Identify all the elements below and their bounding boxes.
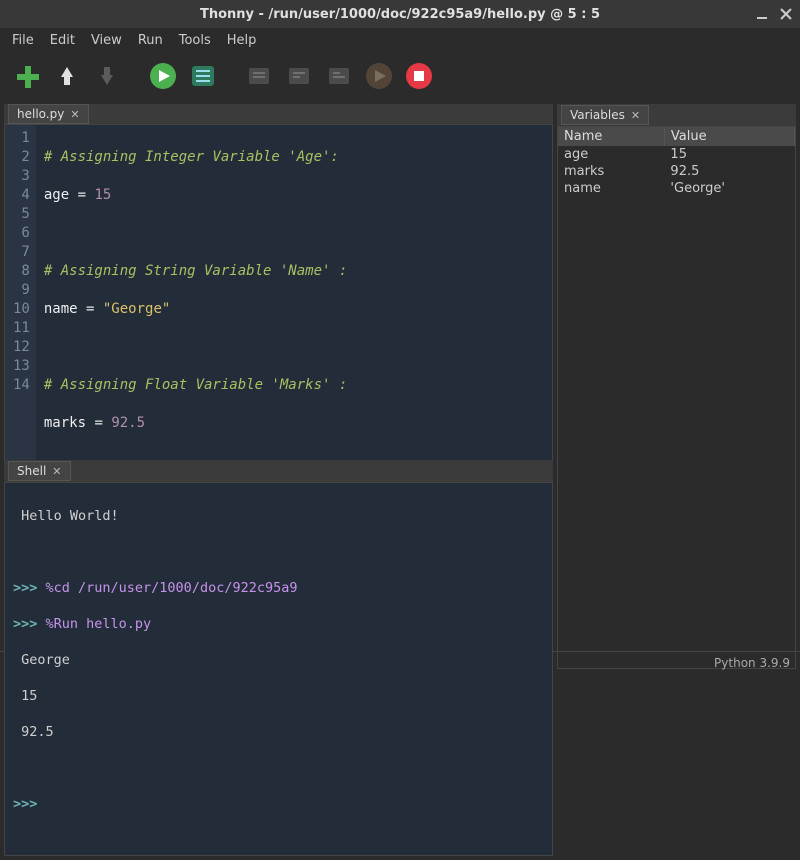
code-number: 92.5 xyxy=(111,415,145,431)
minimize-button[interactable] xyxy=(754,6,770,22)
variables-tabbar: Variables ✕ xyxy=(557,104,796,126)
resume-button[interactable] xyxy=(364,61,394,91)
window-buttons xyxy=(754,6,794,22)
col-header-name[interactable]: Name xyxy=(558,127,664,146)
editor-tab[interactable]: hello.py ✕ xyxy=(8,104,89,124)
shell-tabbar: Shell ✕ xyxy=(4,460,553,482)
line-number: 8 xyxy=(13,262,30,281)
new-file-button[interactable] xyxy=(12,61,42,91)
workspace: hello.py ✕ 1 2 3 4 5 6 7 8 9 10 11 12 xyxy=(0,100,800,651)
window-title: Thonny - /run/user/1000/doc/922c95a9/hel… xyxy=(200,7,600,22)
line-number: 14 xyxy=(13,376,30,395)
shell-prompt: >>> xyxy=(13,616,46,632)
run-button[interactable] xyxy=(148,61,178,91)
save-file-button[interactable] xyxy=(92,61,122,91)
code-ident: marks xyxy=(44,415,86,431)
variables-panel: Name Value age 15 marks 92.5 name 'Georg… xyxy=(557,126,796,669)
table-header-row: Name Value xyxy=(558,127,795,146)
code-comment: # Assigning String Variable 'Name' : xyxy=(44,263,347,279)
step-out-button[interactable] xyxy=(324,61,354,91)
shell-line: George xyxy=(13,651,544,669)
var-value: 'George' xyxy=(664,180,794,197)
var-value: 15 xyxy=(664,146,794,163)
code-comment: # Assigning Integer Variable 'Age': xyxy=(44,149,339,165)
menu-help[interactable]: Help xyxy=(221,31,263,50)
menubar: File Edit View Run Tools Help xyxy=(0,28,800,52)
shell-line: 92.5 xyxy=(13,723,544,741)
var-name: marks xyxy=(558,163,664,180)
code-op: = xyxy=(78,301,103,317)
shell-line: 15 xyxy=(13,687,544,705)
var-value: 92.5 xyxy=(664,163,794,180)
line-number: 11 xyxy=(13,319,30,338)
table-row[interactable]: marks 92.5 xyxy=(558,163,795,180)
open-file-button[interactable] xyxy=(52,61,82,91)
var-name: age xyxy=(558,146,664,163)
code-string: "George" xyxy=(103,301,170,317)
line-number: 10 xyxy=(13,300,30,319)
menu-file[interactable]: File xyxy=(6,31,40,50)
var-name: name xyxy=(558,180,664,197)
menu-view[interactable]: View xyxy=(85,31,128,50)
close-icon[interactable]: ✕ xyxy=(631,109,640,122)
code-comment: # Assigning Float Variable 'Marks' : xyxy=(44,377,347,393)
code-op: = xyxy=(86,415,111,431)
editor-tab-label: hello.py xyxy=(17,107,64,121)
close-icon[interactable]: ✕ xyxy=(52,465,61,478)
left-column: hello.py ✕ 1 2 3 4 5 6 7 8 9 10 11 12 xyxy=(0,100,557,651)
shell-tab-label: Shell xyxy=(17,464,46,478)
titlebar: Thonny - /run/user/1000/doc/922c95a9/hel… xyxy=(0,0,800,28)
shell-command: %Run hello.py xyxy=(46,616,152,632)
line-number: 13 xyxy=(13,357,30,376)
line-number: 2 xyxy=(13,148,30,167)
shell-command: %cd /run/user/1000/doc/922c95a9 xyxy=(46,580,298,596)
editor-panel: hello.py ✕ 1 2 3 4 5 6 7 8 9 10 11 12 xyxy=(0,100,557,460)
line-number: 12 xyxy=(13,338,30,357)
menu-tools[interactable]: Tools xyxy=(173,31,217,50)
variables-tab-label: Variables xyxy=(570,108,625,122)
line-number: 3 xyxy=(13,167,30,186)
shell-line: Hello World! xyxy=(13,507,544,525)
code-op: = xyxy=(69,187,94,203)
close-button[interactable] xyxy=(778,6,794,22)
editor-tabbar: hello.py ✕ xyxy=(4,104,553,124)
close-icon[interactable]: ✕ xyxy=(70,108,79,121)
debug-button[interactable] xyxy=(188,61,218,91)
code-number: 15 xyxy=(94,187,111,203)
right-column: Variables ✕ Name Value age 15 marks 92.5 xyxy=(557,100,800,651)
table-row[interactable]: name 'George' xyxy=(558,180,795,197)
menu-run[interactable]: Run xyxy=(132,31,169,50)
shell-prompt: >>> xyxy=(13,580,46,596)
shell-output[interactable]: Hello World! >>> %cd /run/user/1000/doc/… xyxy=(4,482,553,856)
table-row[interactable]: age 15 xyxy=(558,146,795,163)
line-number: 6 xyxy=(13,224,30,243)
code-ident: age xyxy=(44,187,69,203)
variables-tab[interactable]: Variables ✕ xyxy=(561,105,649,125)
line-number: 4 xyxy=(13,186,30,205)
shell-tab[interactable]: Shell ✕ xyxy=(8,461,71,481)
variables-table: Name Value age 15 marks 92.5 name 'Georg… xyxy=(558,127,795,197)
line-number: 7 xyxy=(13,243,30,262)
step-into-button[interactable] xyxy=(284,61,314,91)
step-over-button[interactable] xyxy=(244,61,274,91)
line-number: 1 xyxy=(13,129,30,148)
line-number: 5 xyxy=(13,205,30,224)
python-version[interactable]: Python 3.9.9 xyxy=(714,656,790,670)
col-header-value[interactable]: Value xyxy=(664,127,794,146)
shell-panel: Shell ✕ Hello World! >>> %cd /run/user/1… xyxy=(0,460,557,860)
stop-button[interactable] xyxy=(404,61,434,91)
shell-prompt[interactable]: >>> xyxy=(13,796,46,812)
line-number: 9 xyxy=(13,281,30,300)
menu-edit[interactable]: Edit xyxy=(44,31,81,50)
toolbar xyxy=(0,52,800,100)
code-ident: name xyxy=(44,301,78,317)
